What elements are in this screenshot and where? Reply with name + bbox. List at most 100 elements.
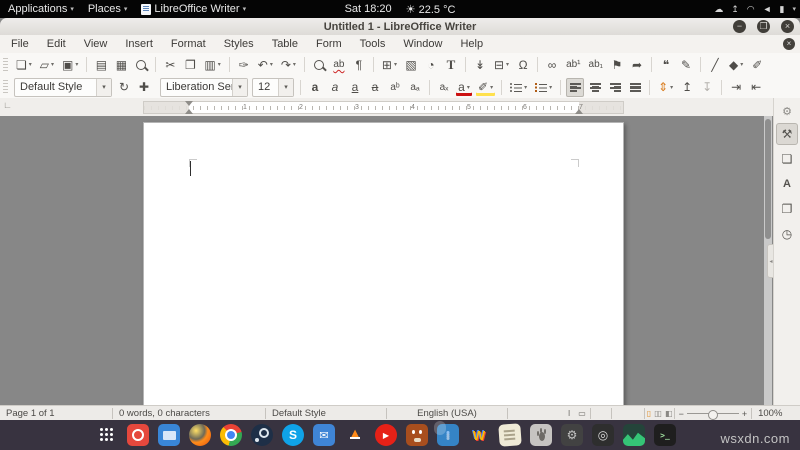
youtube-icon[interactable]: ▶ [375, 424, 397, 446]
find-replace-button[interactable] [310, 55, 328, 74]
single-page-view-button[interactable]: ▯ [645, 409, 652, 418]
sidebar-tab-gallery[interactable]: ❐ [776, 198, 798, 220]
screenshot-app-icon[interactable] [127, 424, 149, 446]
menu-file[interactable]: File [2, 35, 38, 53]
zoom-in-button[interactable]: + [742, 409, 747, 419]
justify-button[interactable] [626, 78, 644, 97]
sidebar-tab-properties[interactable]: ⚒ [776, 123, 798, 145]
align-left-button[interactable] [566, 78, 584, 97]
gnome-foot-icon[interactable] [530, 424, 552, 446]
menu-format[interactable]: Format [162, 35, 215, 53]
menu-help[interactable]: Help [451, 35, 492, 53]
align-center-button[interactable] [586, 78, 604, 97]
strikethrough-button[interactable]: a [366, 78, 384, 97]
insert-table-button[interactable]: ⊞ [379, 55, 400, 74]
toolbar-drag-handle[interactable] [3, 80, 8, 94]
zoom-percentage[interactable]: 100% [752, 408, 788, 419]
decrease-indent-button[interactable]: ⇤ [747, 78, 765, 97]
documents-app-icon[interactable] [498, 423, 521, 446]
close-button[interactable]: × [781, 20, 794, 33]
font-name-combo[interactable]: Liberation Ser ▾ [160, 78, 248, 97]
decrease-paragraph-spacing-button[interactable]: ↧ [698, 78, 716, 97]
bullet-list-button[interactable] [507, 78, 530, 97]
special-character-button[interactable]: Ω [514, 55, 532, 74]
track-changes-button[interactable]: ✎ [677, 55, 695, 74]
footnote-button[interactable]: ab¹ [563, 55, 583, 74]
menu-styles[interactable]: Styles [215, 35, 263, 53]
cloud-icon[interactable]: ☁ [714, 4, 723, 15]
page-break-button[interactable]: ↡ [471, 55, 489, 74]
menu-edit[interactable]: Edit [38, 35, 75, 53]
underline-button[interactable]: a [346, 78, 364, 97]
wheel-app-icon[interactable]: ◎ [592, 424, 614, 446]
insert-line-button[interactable]: ╱ [706, 55, 724, 74]
settings-gear-icon[interactable]: ⚙ [561, 424, 583, 446]
insert-image-button[interactable]: ▧ [402, 55, 420, 74]
system-monitor-icon[interactable] [623, 424, 645, 446]
vlc-icon[interactable]: ▲ [344, 424, 366, 446]
paragraph-style-combo[interactable]: Default Style ▾ [14, 78, 112, 97]
minimize-button[interactable]: − [733, 20, 746, 33]
bold-button[interactable]: a [306, 78, 324, 97]
right-indent-marker[interactable] [575, 109, 583, 114]
upload-icon[interactable]: ↥ [731, 4, 739, 15]
horizontal-ruler[interactable]: 1 2 3 4 5 6 7 [143, 101, 624, 114]
chevron-down-icon[interactable]: ▾ [278, 79, 293, 96]
restore-button[interactable]: ❐ [757, 20, 770, 33]
zoom-out-button[interactable]: − [679, 409, 684, 419]
insert-field-button[interactable]: ⊟ [491, 55, 512, 74]
menu-form[interactable]: Form [307, 35, 351, 53]
clock[interactable]: Sat 18:20 [345, 3, 392, 15]
system-tray[interactable]: ☁ ↥ ◠ ◄ ▮ ▾ [714, 0, 796, 18]
highlight-color-button[interactable]: ✐ [475, 78, 496, 97]
line-spacing-button[interactable]: ⇕ [655, 78, 676, 97]
page-style[interactable]: Default Style [266, 408, 386, 419]
formatting-marks-button[interactable]: ¶ [350, 55, 368, 74]
applications-menu[interactable]: Applications ▾ [8, 3, 74, 15]
book-view-button[interactable]: ◧ [663, 409, 674, 418]
save-button[interactable]: ▣ [59, 55, 81, 74]
bookmark-button[interactable]: ⚑ [608, 55, 626, 74]
page-count[interactable]: Page 1 of 1 [0, 408, 112, 419]
gimp-icon[interactable] [406, 424, 428, 446]
places-menu[interactable]: Places ▾ [88, 3, 128, 15]
numbered-list-button[interactable] [532, 78, 555, 97]
weather-indicator[interactable]: ☀ 22.5 °C [406, 3, 456, 16]
app-grid-button[interactable] [96, 424, 118, 446]
text-language[interactable]: English (USA) [387, 408, 507, 419]
menu-view[interactable]: View [75, 35, 117, 53]
menu-tools[interactable]: Tools [351, 35, 395, 53]
sidebar-settings-button[interactable]: ⚙ [776, 102, 798, 120]
zoom-slider[interactable]: − + [675, 409, 752, 419]
menu-table[interactable]: Table [263, 35, 307, 53]
menu-insert[interactable]: Insert [116, 35, 162, 53]
increase-paragraph-spacing-button[interactable]: ↥ [678, 78, 696, 97]
document-page[interactable] [143, 122, 624, 405]
skype-icon[interactable]: S [282, 424, 304, 446]
spelling-button[interactable]: ab [330, 55, 348, 74]
new-style-button[interactable]: ✚ [135, 78, 153, 97]
tab-stop-selector[interactable]: ∟ [3, 100, 12, 110]
endnote-button[interactable]: ab₁ [586, 55, 607, 74]
terminal-icon[interactable]: >_ [654, 424, 676, 446]
subscript-button[interactable]: aₐ [406, 78, 424, 97]
clear-formatting-button[interactable]: aₓ [435, 78, 453, 97]
print-preview-button[interactable] [132, 55, 150, 74]
font-size-combo[interactable]: 12 ▾ [252, 78, 294, 97]
align-right-button[interactable] [606, 78, 624, 97]
chevron-down-icon[interactable]: ▾ [232, 79, 247, 96]
sidebar-tab-page[interactable]: ❏ [776, 148, 798, 170]
insert-textbox-button[interactable]: T [442, 55, 460, 74]
libreoffice-writer-icon[interactable] [437, 424, 459, 446]
font-color-button[interactable]: a [455, 78, 473, 97]
new-document-button[interactable]: ❏ [13, 55, 35, 74]
undo-button[interactable]: ↶ [255, 55, 276, 74]
increase-indent-button[interactable]: ⇥ [727, 78, 745, 97]
w-logo-icon[interactable]: W [468, 424, 490, 446]
basic-shapes-button[interactable]: ◆ [726, 55, 746, 74]
volume-icon[interactable]: ◄ [763, 4, 772, 14]
copy-button[interactable]: ❐ [181, 55, 199, 74]
files-app-icon[interactable] [158, 424, 180, 446]
paste-button[interactable]: ▥ [201, 55, 223, 74]
hyperlink-button[interactable]: ∞ [543, 55, 561, 74]
